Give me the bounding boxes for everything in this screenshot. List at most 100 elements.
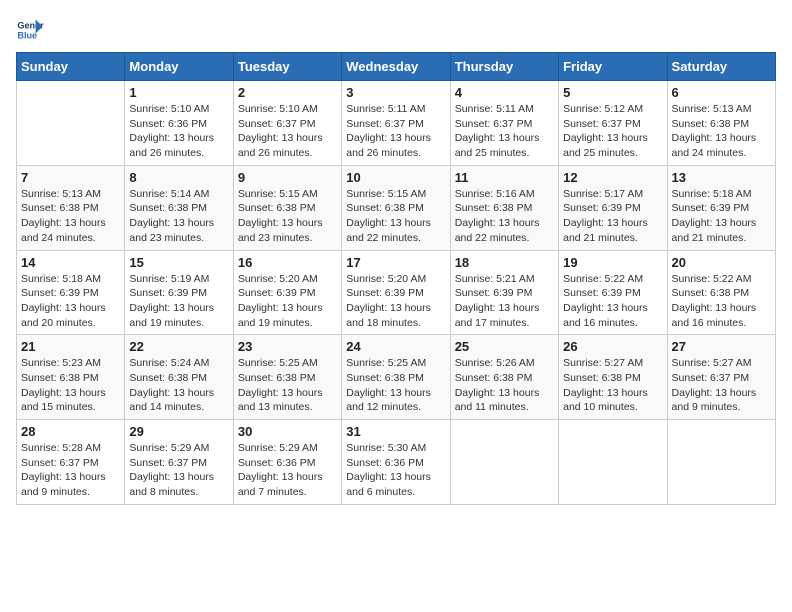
calendar-cell: 19 Sunrise: 5:22 AM Sunset: 6:39 PM Dayli… bbox=[559, 250, 667, 335]
svg-text:Blue: Blue bbox=[17, 30, 37, 40]
calendar-cell: 11 Sunrise: 5:16 AM Sunset: 6:38 PM Dayli… bbox=[450, 165, 558, 250]
day-number: 24 bbox=[346, 339, 445, 354]
day-number: 18 bbox=[455, 255, 554, 270]
day-number: 11 bbox=[455, 170, 554, 185]
calendar-cell: 7 Sunrise: 5:13 AM Sunset: 6:38 PM Daylig… bbox=[17, 165, 125, 250]
day-info: Sunrise: 5:28 AM Sunset: 6:37 PM Dayligh… bbox=[21, 441, 120, 500]
calendar-cell: 14Sunrise: 5:18 AM Sunset: 6:39 PM Dayli… bbox=[17, 250, 125, 335]
day-info: Sunrise: 5:18 AM Sunset: 6:39 PM Dayligh… bbox=[672, 187, 771, 246]
day-info: Sunrise: 5:29 AM Sunset: 6:36 PM Dayligh… bbox=[238, 441, 337, 500]
day-info: Sunrise: 5:13 AM Sunset: 6:38 PM Dayligh… bbox=[21, 187, 120, 246]
day-number: 21 bbox=[21, 339, 120, 354]
calendar-cell bbox=[559, 420, 667, 505]
calendar-cell: 5 Sunrise: 5:12 AM Sunset: 6:37 PM Daylig… bbox=[559, 81, 667, 166]
day-number: 10 bbox=[346, 170, 445, 185]
calendar-cell: 23 Sunrise: 5:25 AM Sunset: 6:38 PM Dayli… bbox=[233, 335, 341, 420]
day-info: Sunrise: 5:25 AM Sunset: 6:38 PM Dayligh… bbox=[238, 356, 337, 415]
calendar-cell: 30Sunrise: 5:29 AM Sunset: 6:36 PM Dayli… bbox=[233, 420, 341, 505]
day-info: Sunrise: 5:25 AM Sunset: 6:38 PM Dayligh… bbox=[346, 356, 445, 415]
calendar-cell: 15 Sunrise: 5:19 AM Sunset: 6:39 PM Dayli… bbox=[125, 250, 233, 335]
calendar-cell: 29Sunrise: 5:29 AM Sunset: 6:37 PM Dayli… bbox=[125, 420, 233, 505]
calendar-cell bbox=[450, 420, 558, 505]
day-number: 8 bbox=[129, 170, 228, 185]
day-info: Sunrise: 5:15 AM Sunset: 6:38 PM Dayligh… bbox=[346, 187, 445, 246]
day-info: Sunrise: 5:22 AM Sunset: 6:38 PM Dayligh… bbox=[672, 272, 771, 331]
calendar-week-2: 7 Sunrise: 5:13 AM Sunset: 6:38 PM Daylig… bbox=[17, 165, 776, 250]
calendar-cell: 26 Sunrise: 5:27 AM Sunset: 6:38 PM Dayli… bbox=[559, 335, 667, 420]
calendar-cell: 20 Sunrise: 5:22 AM Sunset: 6:38 PM Dayli… bbox=[667, 250, 775, 335]
calendar-week-5: 28 Sunrise: 5:28 AM Sunset: 6:37 PM Dayli… bbox=[17, 420, 776, 505]
logo: General Blue bbox=[16, 16, 48, 44]
day-info: Sunrise: 5:21 AM Sunset: 6:39 PM Dayligh… bbox=[455, 272, 554, 331]
calendar-week-1: 1 Sunrise: 5:10 AM Sunset: 6:36 PM Daylig… bbox=[17, 81, 776, 166]
calendar-cell: 9Sunrise: 5:15 AM Sunset: 6:38 PM Daylig… bbox=[233, 165, 341, 250]
day-number: 19 bbox=[563, 255, 662, 270]
day-number: 25 bbox=[455, 339, 554, 354]
calendar-header-sunday: Sunday bbox=[17, 53, 125, 81]
calendar-cell: 13Sunrise: 5:18 AM Sunset: 6:39 PM Dayli… bbox=[667, 165, 775, 250]
day-info: Sunrise: 5:20 AM Sunset: 6:39 PM Dayligh… bbox=[346, 272, 445, 331]
calendar-cell: 3Sunrise: 5:11 AM Sunset: 6:37 PM Daylig… bbox=[342, 81, 450, 166]
day-number: 27 bbox=[672, 339, 771, 354]
day-info: Sunrise: 5:20 AM Sunset: 6:39 PM Dayligh… bbox=[238, 272, 337, 331]
calendar-cell: 2Sunrise: 5:10 AM Sunset: 6:37 PM Daylig… bbox=[233, 81, 341, 166]
page-header: General Blue bbox=[16, 16, 776, 44]
day-info: Sunrise: 5:19 AM Sunset: 6:39 PM Dayligh… bbox=[129, 272, 228, 331]
calendar-cell: 10 Sunrise: 5:15 AM Sunset: 6:38 PM Dayli… bbox=[342, 165, 450, 250]
day-number: 28 bbox=[21, 424, 120, 439]
calendar-header-friday: Friday bbox=[559, 53, 667, 81]
day-info: Sunrise: 5:27 AM Sunset: 6:38 PM Dayligh… bbox=[563, 356, 662, 415]
calendar-cell: 21 Sunrise: 5:23 AM Sunset: 6:38 PM Dayli… bbox=[17, 335, 125, 420]
calendar-header-wednesday: Wednesday bbox=[342, 53, 450, 81]
day-number: 17 bbox=[346, 255, 445, 270]
logo-icon: General Blue bbox=[16, 16, 44, 44]
day-info: Sunrise: 5:13 AM Sunset: 6:38 PM Dayligh… bbox=[672, 102, 771, 161]
calendar-cell: 6 Sunrise: 5:13 AM Sunset: 6:38 PM Daylig… bbox=[667, 81, 775, 166]
calendar-table: SundayMondayTuesdayWednesdayThursdayFrid… bbox=[16, 52, 776, 505]
day-info: Sunrise: 5:17 AM Sunset: 6:39 PM Dayligh… bbox=[563, 187, 662, 246]
day-number: 12 bbox=[563, 170, 662, 185]
calendar-header-thursday: Thursday bbox=[450, 53, 558, 81]
calendar-cell bbox=[17, 81, 125, 166]
day-number: 22 bbox=[129, 339, 228, 354]
day-number: 26 bbox=[563, 339, 662, 354]
calendar-body: 1 Sunrise: 5:10 AM Sunset: 6:36 PM Daylig… bbox=[17, 81, 776, 505]
day-number: 31 bbox=[346, 424, 445, 439]
calendar-cell: 24 Sunrise: 5:25 AM Sunset: 6:38 PM Dayli… bbox=[342, 335, 450, 420]
day-info: Sunrise: 5:14 AM Sunset: 6:38 PM Dayligh… bbox=[129, 187, 228, 246]
calendar-cell: 16Sunrise: 5:20 AM Sunset: 6:39 PM Dayli… bbox=[233, 250, 341, 335]
day-number: 20 bbox=[672, 255, 771, 270]
day-number: 1 bbox=[129, 85, 228, 100]
calendar-header-row: SundayMondayTuesdayWednesdayThursdayFrid… bbox=[17, 53, 776, 81]
calendar-cell: 8 Sunrise: 5:14 AM Sunset: 6:38 PM Daylig… bbox=[125, 165, 233, 250]
calendar-cell: 28 Sunrise: 5:28 AM Sunset: 6:37 PM Dayli… bbox=[17, 420, 125, 505]
calendar-cell: 22 Sunrise: 5:24 AM Sunset: 6:38 PM Dayli… bbox=[125, 335, 233, 420]
day-info: Sunrise: 5:23 AM Sunset: 6:38 PM Dayligh… bbox=[21, 356, 120, 415]
day-info: Sunrise: 5:12 AM Sunset: 6:37 PM Dayligh… bbox=[563, 102, 662, 161]
day-info: Sunrise: 5:26 AM Sunset: 6:38 PM Dayligh… bbox=[455, 356, 554, 415]
calendar-cell: 25 Sunrise: 5:26 AM Sunset: 6:38 PM Dayli… bbox=[450, 335, 558, 420]
day-info: Sunrise: 5:11 AM Sunset: 6:37 PM Dayligh… bbox=[455, 102, 554, 161]
day-info: Sunrise: 5:10 AM Sunset: 6:36 PM Dayligh… bbox=[129, 102, 228, 161]
day-number: 5 bbox=[563, 85, 662, 100]
day-number: 14 bbox=[21, 255, 120, 270]
day-info: Sunrise: 5:30 AM Sunset: 6:36 PM Dayligh… bbox=[346, 441, 445, 500]
day-info: Sunrise: 5:16 AM Sunset: 6:38 PM Dayligh… bbox=[455, 187, 554, 246]
calendar-cell: 1 Sunrise: 5:10 AM Sunset: 6:36 PM Daylig… bbox=[125, 81, 233, 166]
day-info: Sunrise: 5:24 AM Sunset: 6:38 PM Dayligh… bbox=[129, 356, 228, 415]
day-number: 4 bbox=[455, 85, 554, 100]
calendar-cell: 17 Sunrise: 5:20 AM Sunset: 6:39 PM Dayli… bbox=[342, 250, 450, 335]
day-number: 15 bbox=[129, 255, 228, 270]
calendar-week-4: 21 Sunrise: 5:23 AM Sunset: 6:38 PM Dayli… bbox=[17, 335, 776, 420]
day-number: 23 bbox=[238, 339, 337, 354]
day-number: 2 bbox=[238, 85, 337, 100]
day-number: 6 bbox=[672, 85, 771, 100]
day-info: Sunrise: 5:22 AM Sunset: 6:39 PM Dayligh… bbox=[563, 272, 662, 331]
calendar-cell bbox=[667, 420, 775, 505]
day-number: 7 bbox=[21, 170, 120, 185]
day-info: Sunrise: 5:29 AM Sunset: 6:37 PM Dayligh… bbox=[129, 441, 228, 500]
day-info: Sunrise: 5:11 AM Sunset: 6:37 PM Dayligh… bbox=[346, 102, 445, 161]
calendar-week-3: 14Sunrise: 5:18 AM Sunset: 6:39 PM Dayli… bbox=[17, 250, 776, 335]
day-number: 9 bbox=[238, 170, 337, 185]
calendar-cell: 4 Sunrise: 5:11 AM Sunset: 6:37 PM Daylig… bbox=[450, 81, 558, 166]
